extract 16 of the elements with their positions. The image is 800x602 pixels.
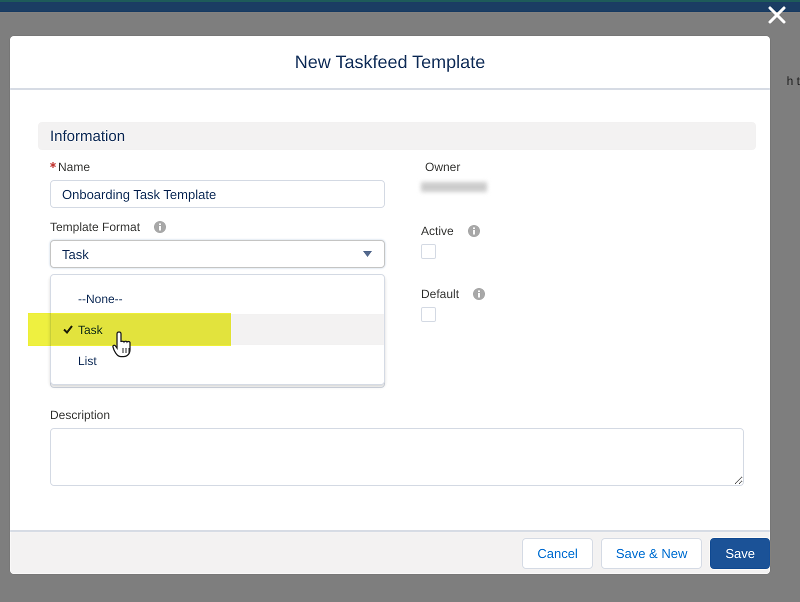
dropdown-option[interactable]: List (51, 345, 384, 376)
dropdown-option[interactable]: --None-- (51, 283, 384, 314)
field-label: Owner (424, 160, 460, 174)
template-format-select[interactable]: Task (50, 240, 385, 268)
field-label: Description (50, 408, 110, 422)
footer-button[interactable]: Cancel (522, 538, 593, 568)
name-input[interactable]: Onboarding Task Template (50, 180, 385, 208)
field-label: Name (58, 160, 90, 174)
field-label: Default (421, 287, 460, 301)
field-label: Active (421, 224, 454, 238)
footer-button[interactable]: Save & New (600, 538, 702, 568)
field-label: Template Format (50, 220, 140, 234)
background-text: h t (786, 74, 800, 88)
save-button[interactable]: Save (710, 538, 770, 568)
section-title: Information (50, 128, 126, 144)
modal-title: New Taskfeed Template (294, 52, 486, 72)
